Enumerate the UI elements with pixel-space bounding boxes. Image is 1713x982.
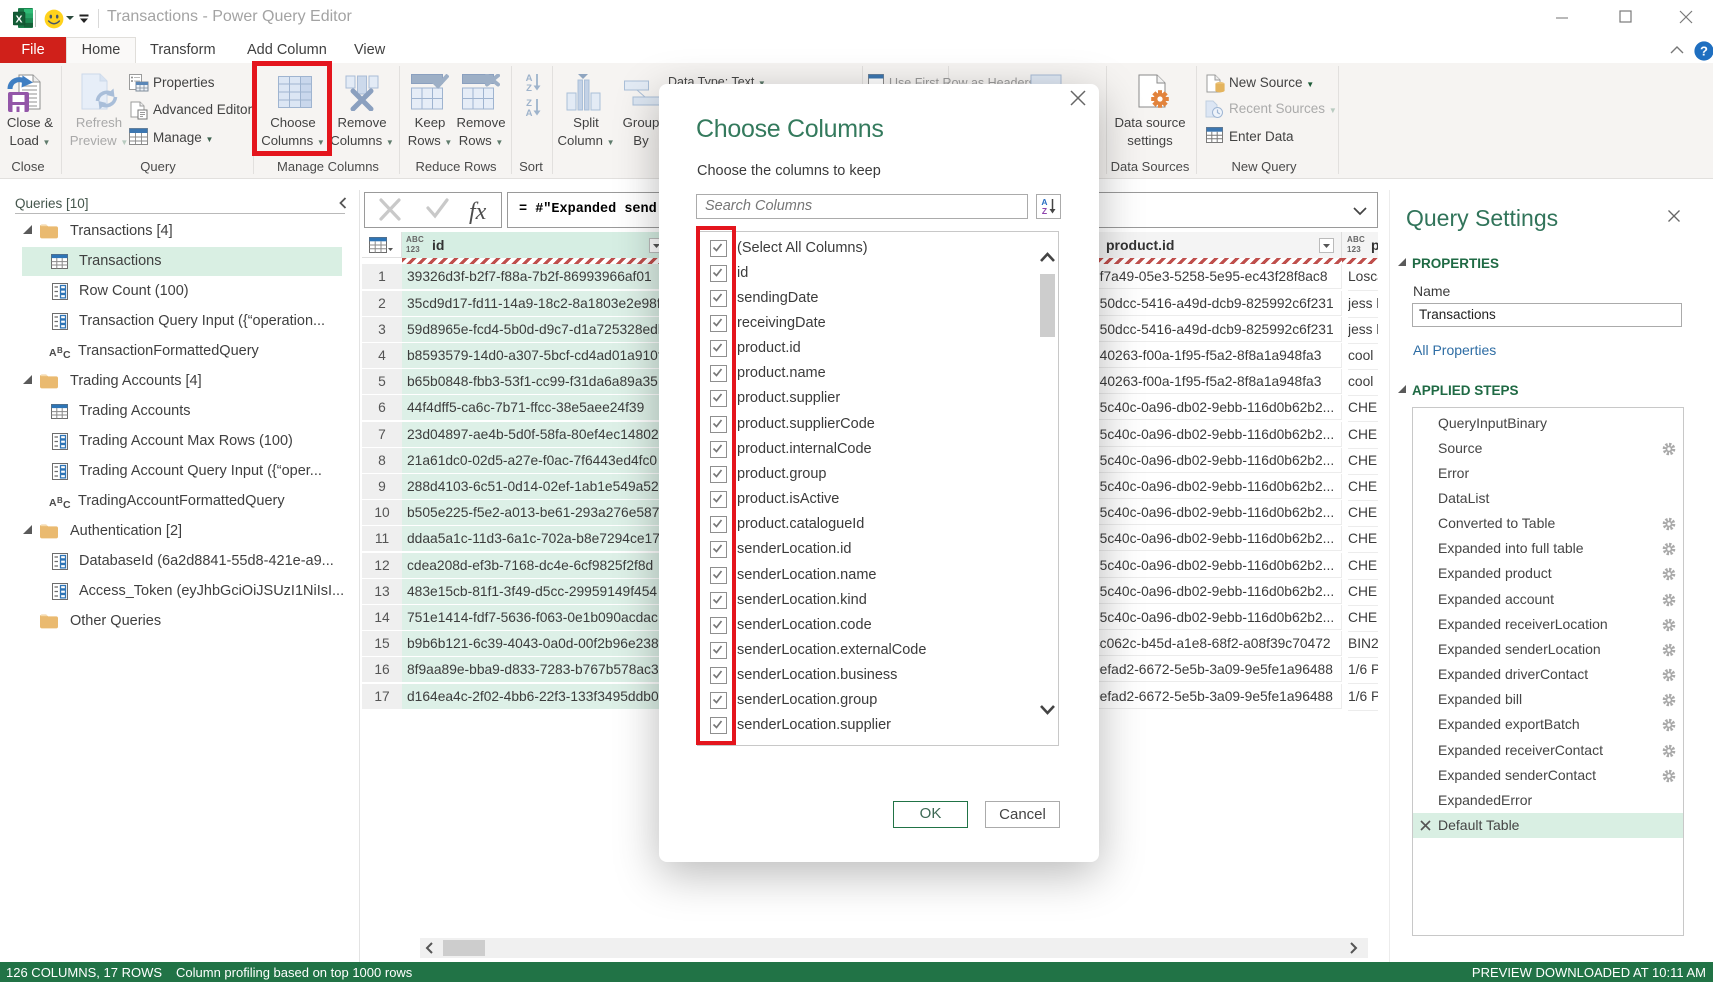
svg-text:Z: Z [1042,206,1047,216]
svg-text:C: C [63,499,71,509]
svg-text:Z: Z [526,83,532,92]
svg-text:X: X [15,14,22,26]
svg-text:C: C [63,349,71,359]
svg-text:A: A [526,108,533,117]
svg-text:A: A [49,347,57,359]
svg-text:?: ? [1700,44,1708,59]
svg-text:A: A [49,497,57,509]
svg-text:fx: fx [469,199,487,225]
